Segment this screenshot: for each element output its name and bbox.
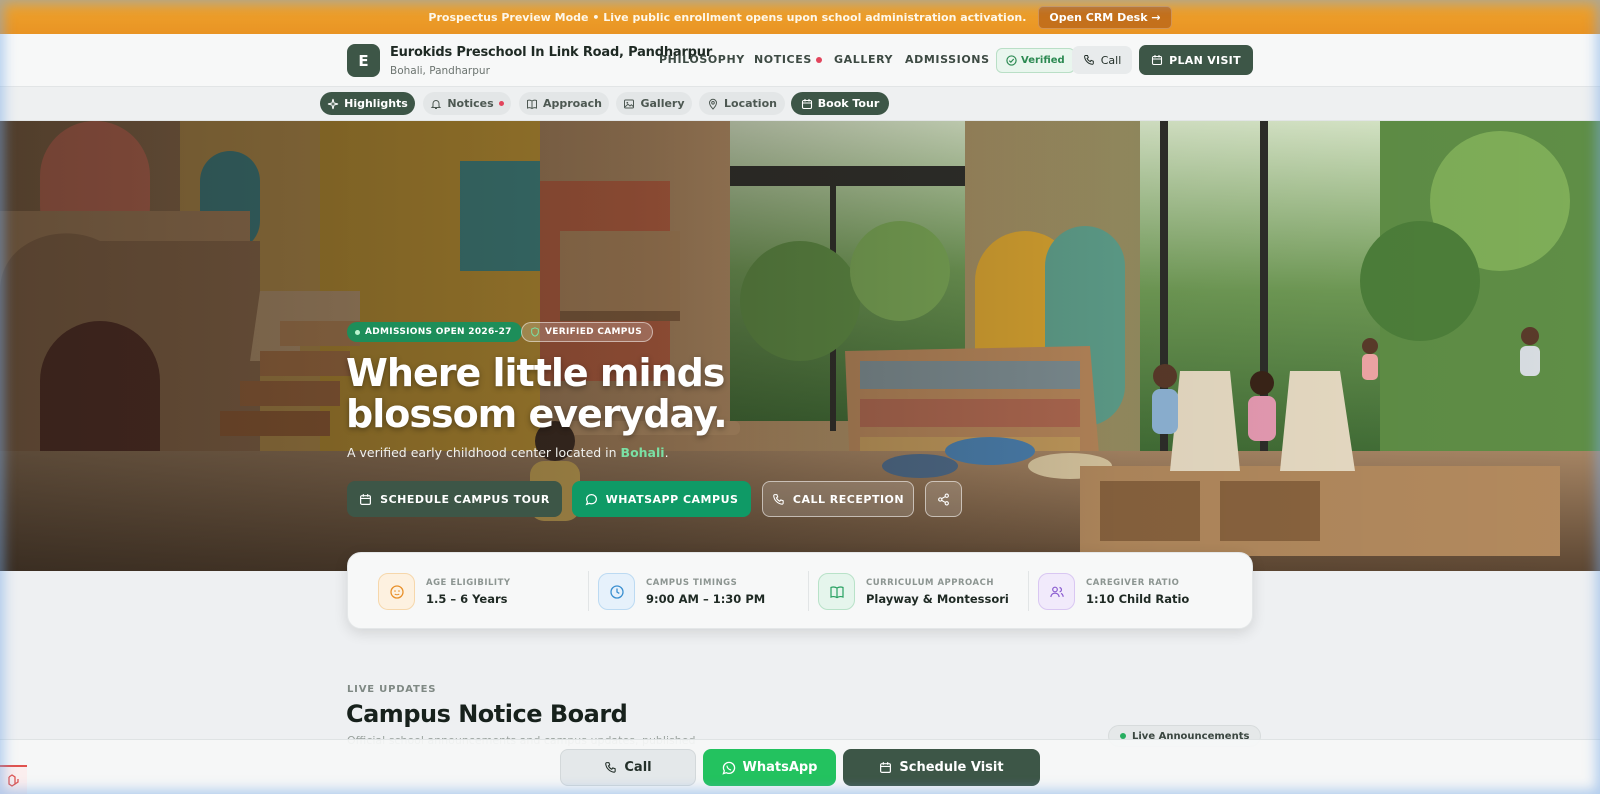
fact-value: 1:10 Child Ratio [1086, 592, 1190, 606]
phone-icon [1083, 55, 1094, 65]
map-pin-icon [709, 98, 718, 110]
call-reception-label: CALL RECEPTION [792, 492, 905, 506]
chat-bubble-icon [585, 493, 597, 505]
school-location: Bohali, Pandharpur [390, 65, 490, 77]
hero-subtitle-text: A verified early childhood center locate… [347, 445, 621, 460]
subnav-gallery[interactable]: Gallery [616, 92, 692, 115]
site-header: E Eurokids Preschool In Link Road, Pandh… [0, 34, 1600, 87]
bottom-whatsapp-label: WhatsApp [742, 760, 818, 775]
fact-label: CAMPUS TIMINGS [646, 578, 738, 588]
subnav-location-label: Location [724, 97, 777, 110]
subnav-location[interactable]: Location [699, 92, 785, 115]
share-icon [938, 493, 949, 505]
verified-label: Verified [1021, 55, 1065, 66]
whatsapp-campus-label: WHATSAPP CAMPUS [605, 492, 739, 506]
notice-board-title: Campus Notice Board [346, 700, 628, 728]
verified-campus-badge: VERIFIED CAMPUS [521, 322, 654, 342]
header-call-button[interactable]: Call [1072, 46, 1132, 74]
sparkle-icon [328, 98, 339, 109]
bottom-whatsapp-button[interactable]: WhatsApp [703, 749, 836, 786]
bottom-schedule-visit-label: Schedule Visit [899, 760, 1004, 775]
shield-icon [531, 327, 539, 337]
subnav-approach-label: Approach [542, 97, 603, 110]
baby-face-icon [378, 573, 415, 610]
hero-title: Where little minds blossom everyday. [346, 351, 728, 436]
subnav-highlights-label: Highlights [344, 97, 408, 110]
nav-notices-label: NOTICES [754, 53, 812, 66]
image-icon [624, 99, 635, 108]
calendar-icon [880, 762, 892, 773]
verified-badge: Verified [996, 48, 1075, 73]
fact-label: CURRICULUM APPROACH [866, 578, 994, 588]
subnav-notices-label: Notices [447, 97, 494, 110]
subnav-notices[interactable]: Notices [423, 92, 511, 115]
admissions-badge: ADMISSIONS OPEN 2026-27 [347, 322, 522, 342]
calendar-icon [360, 493, 372, 505]
nav-admissions[interactable]: ADMISSIONS [905, 53, 990, 66]
bottom-schedule-visit-button[interactable]: Schedule Visit [843, 749, 1040, 786]
plan-visit-label: PLAN VISIT [1169, 53, 1241, 67]
section-subnav: Highlights Notices Approach Gallery Loca… [0, 87, 1600, 121]
whatsapp-campus-button[interactable]: WHATSAPP CAMPUS [572, 481, 751, 517]
open-book-icon [818, 573, 855, 610]
book-icon [526, 99, 537, 109]
status-dot [355, 329, 360, 335]
hero-subtitle-end: . [664, 445, 669, 460]
share-button[interactable] [925, 481, 962, 517]
fact-divider [1028, 571, 1029, 611]
subnav-approach[interactable]: Approach [519, 92, 609, 115]
calendar-icon [801, 98, 812, 109]
bottom-call-label: Call [624, 760, 652, 775]
nav-gallery[interactable]: GALLERY [834, 53, 893, 66]
plan-visit-button[interactable]: PLAN VISIT [1139, 45, 1253, 75]
users-icon [1038, 573, 1075, 610]
bottom-call-button[interactable]: Call [560, 749, 696, 786]
schedule-tour-button[interactable]: SCHEDULE CAMPUS TOUR [347, 481, 562, 517]
phone-icon [605, 762, 617, 773]
nav-philosophy[interactable]: PHILOSOPHY [659, 53, 745, 66]
open-crm-button[interactable]: Open CRM Desk → [1038, 5, 1172, 29]
subnav-highlights[interactable]: Highlights [320, 92, 415, 115]
hero-subtitle: A verified early childhood center locate… [347, 445, 669, 460]
notification-dot [498, 101, 504, 106]
bell-icon [431, 99, 442, 109]
verified-campus-label: VERIFIED CAMPUS [545, 327, 643, 337]
preview-banner: Prospectus Preview Mode • Live public en… [0, 0, 1600, 34]
admissions-badge-label: ADMISSIONS OPEN 2026-27 [365, 327, 512, 337]
section-eyebrow: LIVE UPDATES [347, 684, 437, 695]
call-reception-button[interactable]: CALL RECEPTION [762, 481, 914, 517]
check-circle-icon [1006, 55, 1017, 66]
nav-notices[interactable]: NOTICES [754, 53, 822, 66]
phone-icon [773, 493, 784, 505]
clock-icon [598, 573, 635, 610]
school-logo[interactable]: E [347, 44, 380, 77]
header-call-label: Call [1100, 53, 1122, 67]
schedule-tour-label: SCHEDULE CAMPUS TOUR [380, 492, 550, 506]
fact-divider [808, 571, 809, 611]
calendar-icon [1152, 55, 1163, 66]
fact-value: 9:00 AM – 1:30 PM [646, 592, 766, 606]
notification-dot [815, 57, 822, 63]
framework-logo-icon[interactable] [0, 765, 27, 794]
fact-value: 1.5 – 6 Years [426, 592, 508, 606]
banner-message: Prospectus Preview Mode • Live public en… [428, 10, 1027, 24]
hero-location-highlight: Bohali [620, 445, 665, 460]
fact-value: Playway & Montessori [866, 592, 1009, 606]
subnav-book-tour-label: Book Tour [817, 97, 880, 110]
subnav-book-tour[interactable]: Book Tour [791, 92, 889, 115]
subnav-gallery-label: Gallery [640, 97, 685, 110]
fact-label: AGE ELIGIBILITY [426, 578, 511, 588]
whatsapp-icon [721, 761, 735, 775]
fact-divider [588, 571, 589, 611]
bottom-action-bar: Call WhatsApp Schedule Visit [0, 739, 1600, 794]
quick-facts-card: AGE ELIGIBILITY 1.5 – 6 Years CAMPUS TIM… [347, 552, 1253, 629]
fact-label: CAREGIVER RATIO [1086, 578, 1180, 588]
